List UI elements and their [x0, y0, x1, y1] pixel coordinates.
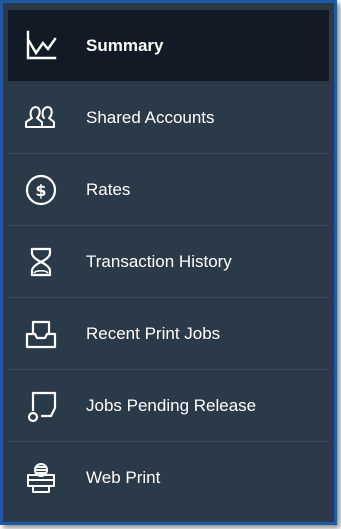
chart-line-icon: [24, 29, 58, 63]
inbox-tray-icon: [24, 317, 58, 351]
menu-item-label: Transaction History: [86, 251, 232, 271]
svg-text:$: $: [35, 181, 46, 200]
menu-item-label: Web Print: [86, 468, 161, 487]
menu-item-label: Summary: [86, 35, 164, 55]
menu-item-jobs-pending-release[interactable]: Jobs Pending Release: [8, 370, 329, 442]
users-icon: [24, 101, 58, 135]
navigation-panel: Summary Shared Accounts $ Rates Transact…: [0, 0, 337, 525]
menu-item-recent-print-jobs[interactable]: Recent Print Jobs: [8, 298, 329, 370]
sidebar-menu: Summary Shared Accounts $ Rates Transact…: [8, 10, 329, 514]
menu-item-rates[interactable]: $ Rates: [8, 154, 329, 226]
menu-item-transaction-history[interactable]: Transaction History: [8, 226, 329, 298]
menu-item-label: Rates: [86, 179, 131, 199]
dollar-circle-icon: $: [24, 173, 58, 207]
menu-item-label: Jobs Pending Release: [86, 395, 257, 415]
menu-item-summary[interactable]: Summary: [8, 10, 329, 82]
printer-icon: [24, 461, 58, 495]
hourglass-icon: [24, 245, 58, 279]
menu-item-shared-accounts[interactable]: Shared Accounts: [8, 82, 329, 154]
menu-item-web-print[interactable]: Web Print: [8, 442, 329, 514]
menu-item-label: Shared Accounts: [86, 107, 215, 127]
menu-item-label: Recent Print Jobs: [86, 323, 221, 343]
release-printer-icon: [24, 389, 58, 423]
